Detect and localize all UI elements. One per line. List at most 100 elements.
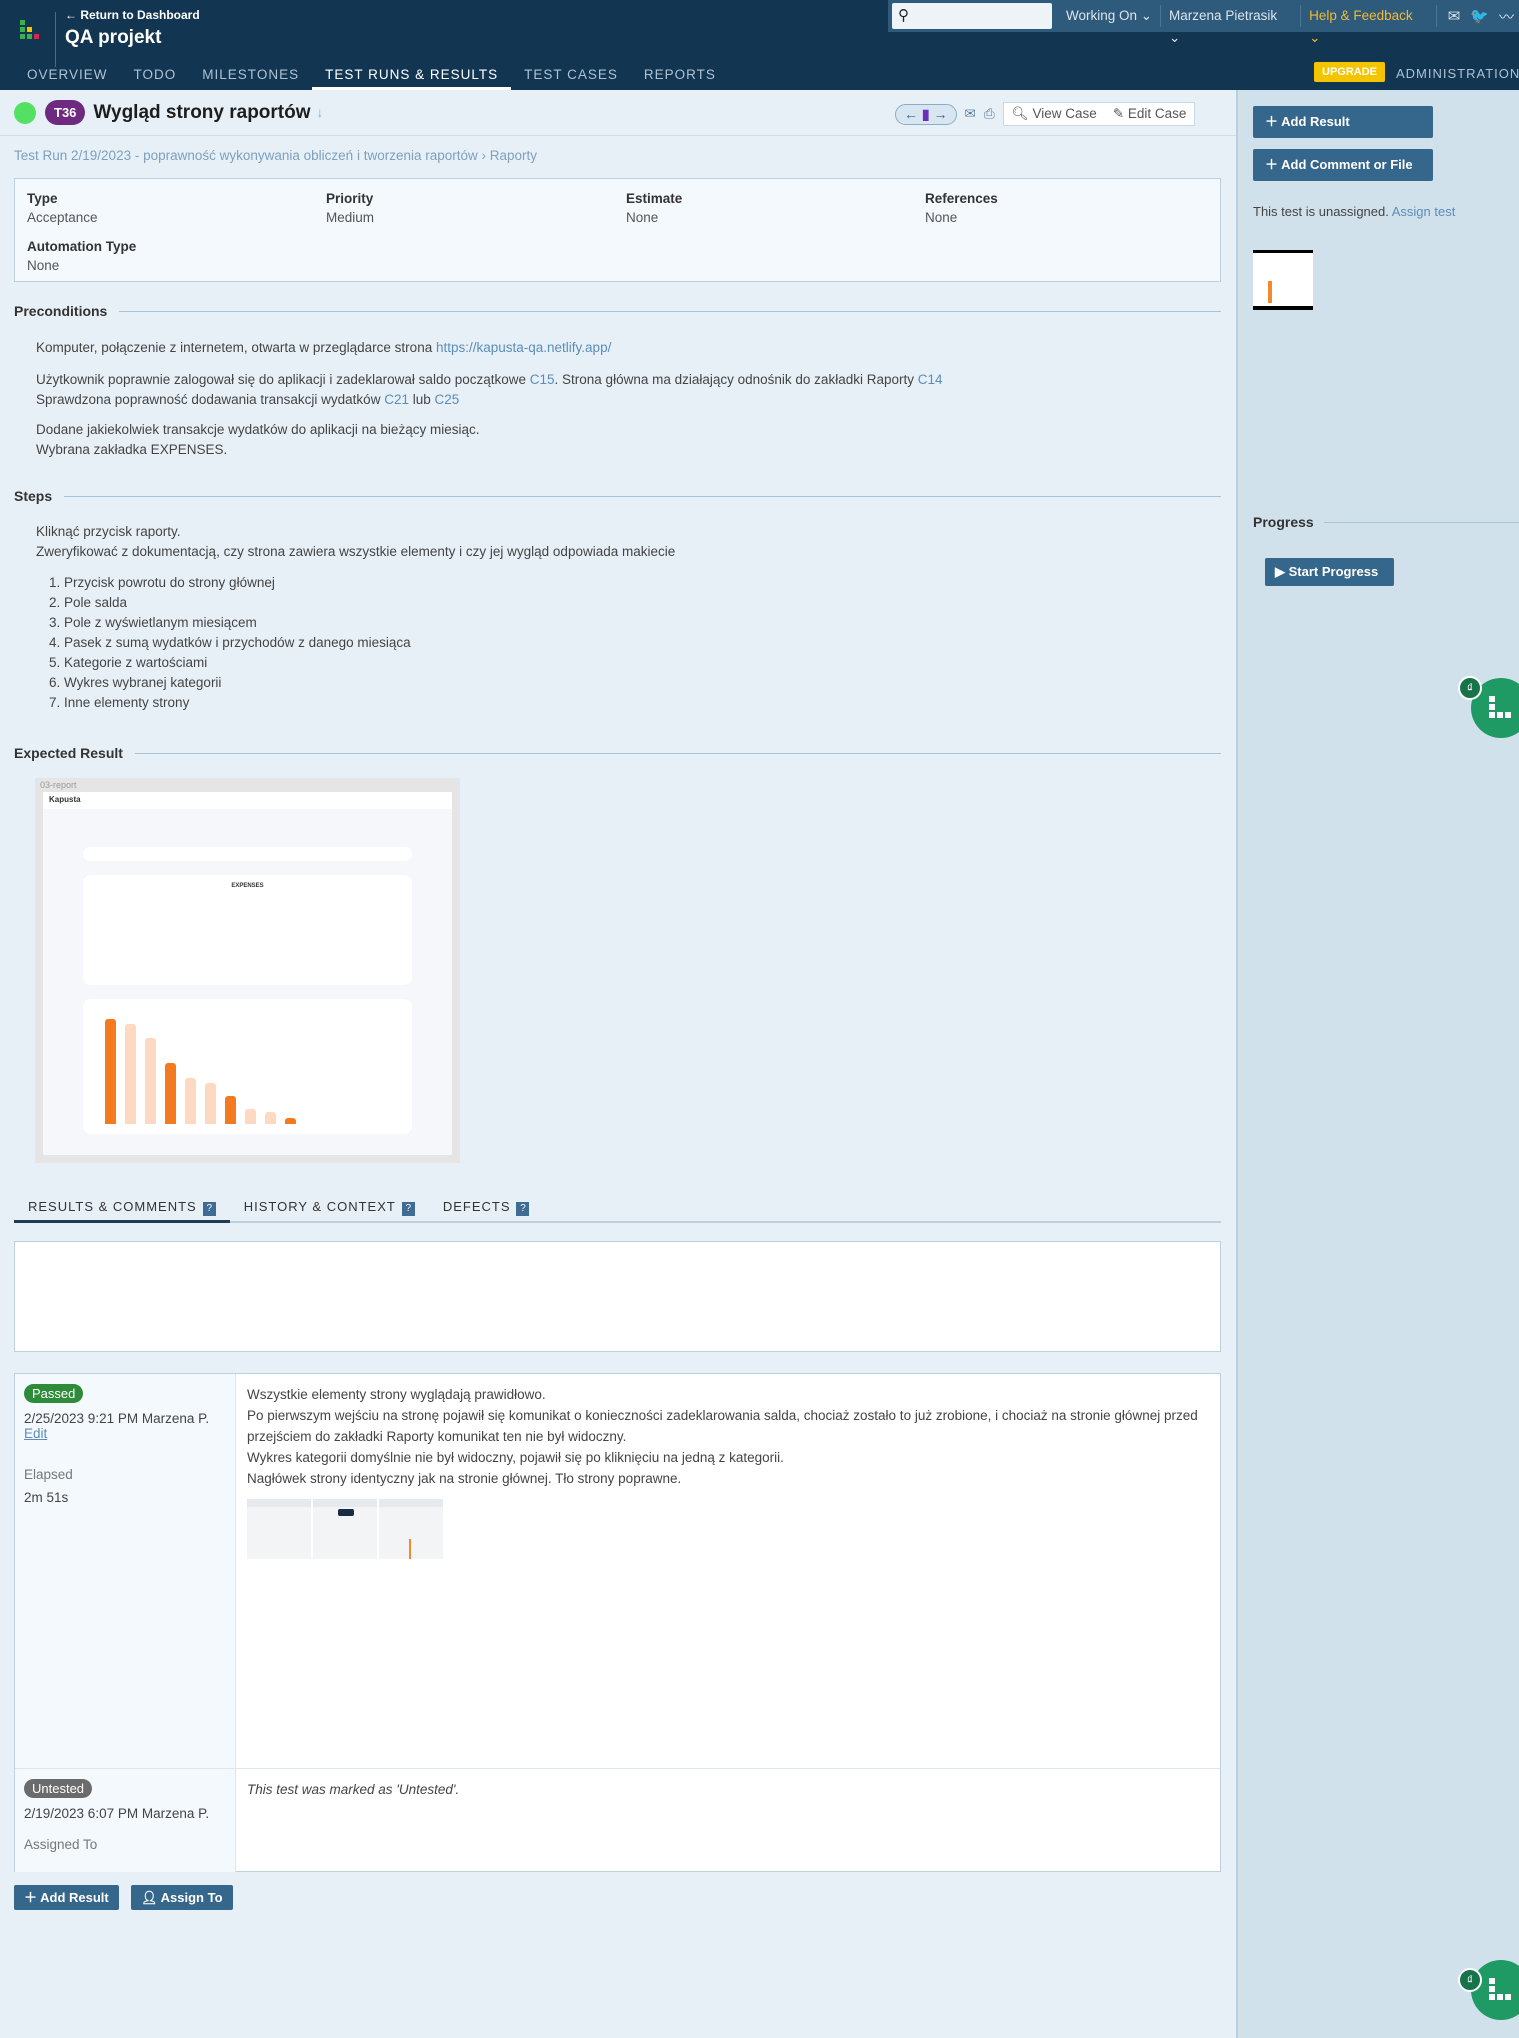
test-icon[interactable]: ▮ (922, 106, 930, 122)
section-title: Expected Result (14, 745, 123, 761)
assignment-info: This test is unassigned. Assign test (1253, 204, 1455, 219)
edit-case-button[interactable]: ✎ Edit Case (1113, 106, 1187, 122)
help-icon[interactable]: ? (202, 1202, 216, 1216)
field-label: Estimate (626, 191, 683, 206)
tab-history-context[interactable]: HISTORY & CONTEXT? (230, 1196, 429, 1223)
image-label: 03-report (40, 780, 77, 790)
upgrade-button[interactable]: UPGRADE (1314, 62, 1386, 82)
add-comment-file-button[interactable]: ＋ Add Comment or File (1253, 149, 1433, 181)
next-test-icon[interactable]: → (934, 106, 948, 122)
list-item: Przycisk powrotu do strony głównej (64, 573, 411, 593)
list-item: Pole z wyświetlanym miesiącem (64, 613, 411, 633)
tab-reports[interactable]: REPORTS (631, 64, 729, 90)
print-icon[interactable]: ⎙ (984, 106, 995, 122)
plus-icon: ＋ (1265, 157, 1282, 172)
working-on-menu[interactable]: Working On ⌄ (1058, 5, 1162, 27)
comment-line: Po pierwszym wejściu na stronę pojawił s… (247, 1408, 1198, 1444)
user-menu[interactable]: Marzena Pietrasik ⌄ (1161, 5, 1302, 45)
result-comment: This test was marked as 'Untested'. (247, 1782, 460, 1797)
text: Zweryfikować z dokumentacją, czy strona … (36, 544, 676, 559)
help-icon[interactable]: ? (516, 1202, 530, 1216)
mockup-bar (265, 1112, 276, 1124)
precondition-line: Dodane jakiekolwiek transakcje wydatków … (36, 420, 479, 460)
twitter-icon[interactable]: 🐦 (1465, 7, 1494, 25)
comment-line: Wykres kategorii domyślnie nie był widoc… (247, 1450, 784, 1465)
tab-test-cases[interactable]: TEST CASES (511, 64, 631, 90)
status-badge: Untested (24, 1779, 93, 1798)
project-title: QA projekt (65, 27, 162, 48)
sidebar-add-result-button[interactable]: ＋ Add Result (1253, 106, 1433, 138)
attachment-thumbnail[interactable] (379, 1499, 443, 1559)
mockup-page: Kapusta EXPENSES (43, 792, 452, 1155)
view-case-button[interactable]: 🔍︎ View Case (1012, 106, 1097, 122)
test-navigation: ← ▮ → (895, 103, 957, 125)
text: Dodane jakiekolwiek transakcje wydatków … (36, 422, 480, 437)
field-priority: Priority Medium (326, 191, 374, 225)
text: Komputer, połączenie z internetem, otwar… (36, 340, 436, 355)
page-title: Wygląd strony raportów (93, 101, 311, 123)
results-tabs: RESULTS & COMMENTS? HISTORY & CONTEXT? D… (14, 1196, 1221, 1223)
preconditions-heading: Preconditions (14, 303, 1221, 319)
attachment-thumbnail[interactable] (1253, 250, 1313, 310)
comment-line: Nagłówek strony identyczny jak na stroni… (247, 1471, 682, 1486)
tab-defects[interactable]: DEFECTS? (429, 1196, 544, 1223)
case-link-c14[interactable]: C14 (918, 372, 943, 387)
assign-to-button[interactable]: 👤︎ Assign To (131, 1885, 233, 1910)
result-meta: Untested 2/19/2023 6:07 PM Marzena P. As… (15, 1769, 236, 1872)
button-label: Start Progress (1288, 564, 1379, 579)
tab-overview[interactable]: OVERVIEW (14, 64, 121, 90)
assign-test-link[interactable]: Assign test (1392, 204, 1456, 219)
case-link-c25[interactable]: C25 (435, 392, 460, 407)
prev-test-icon[interactable]: ← (904, 106, 918, 122)
attachment-thumbnail[interactable] (313, 1499, 377, 1559)
button-label: Assign To (160, 1890, 223, 1905)
help-feedback-menu[interactable]: Help & Feedback ⌄ (1301, 5, 1437, 45)
attachment-thumbnail[interactable] (247, 1499, 311, 1559)
field-value: None (626, 210, 659, 225)
case-link-c21[interactable]: C21 (384, 392, 409, 407)
result-timestamp: 2/19/2023 6:07 PM Marzena P. (24, 1806, 210, 1821)
tab-results-comments[interactable]: RESULTS & COMMENTS? (14, 1196, 230, 1223)
mockup-chart (83, 999, 412, 1134)
mail-icon[interactable]: ✉ (1443, 7, 1466, 25)
arrow-down-icon[interactable]: ↓ (317, 105, 324, 120)
result-timestamp: 2/25/2023 9:21 PM Marzena P. (24, 1411, 210, 1426)
app-url-link[interactable]: https://kapusta-qa.netlify.app/ (436, 340, 611, 355)
mockup-bar (125, 1024, 136, 1124)
mockup-bar (245, 1109, 256, 1124)
field-label: References (925, 191, 998, 206)
tab-milestones[interactable]: MILESTONES (189, 64, 312, 90)
email-check-icon[interactable]: ✉ (965, 106, 976, 122)
test-title-row: T36 Wygląd strony raportów ↓ (14, 100, 323, 125)
plus-icon: ＋ (24, 1890, 41, 1905)
tab-test-runs-results[interactable]: TEST RUNS & RESULTS (312, 64, 512, 90)
pencil-icon: ✎ (1112, 106, 1128, 121)
mockup-categories: EXPENSES (83, 875, 412, 985)
widget-badge-icon: ₫ (1458, 1968, 1482, 1992)
section-title: Progress (1253, 514, 1314, 530)
return-to-dashboard-link[interactable]: ← Return to Dashboard (65, 8, 200, 22)
precondition-line: Komputer, połączenie z internetem, otwar… (36, 338, 611, 358)
plus-icon: ＋ (1265, 114, 1282, 129)
administration-link[interactable]: ADMINISTRATION (1396, 66, 1519, 81)
comment-input[interactable] (14, 1241, 1221, 1352)
status-badge: Passed (24, 1384, 84, 1403)
rss-icon[interactable]: 〰 (1494, 6, 1519, 27)
toolbar: ← ▮ → ✉ ⎙ 🔍︎ View Case ✎ Edit Case (895, 102, 1196, 126)
view-icon: 🔍︎ (1011, 106, 1033, 121)
case-link-c15[interactable]: C15 (530, 372, 555, 387)
search-input[interactable]: ⚲ (892, 3, 1052, 29)
add-result-button[interactable]: ＋ Add Result (14, 1885, 119, 1910)
mockup-bar (145, 1037, 156, 1124)
test-id-badge: T36 (45, 100, 86, 125)
help-icon[interactable]: ? (401, 1202, 415, 1216)
list-item: Inne elementy strony (64, 693, 411, 713)
expected-result-image[interactable]: 03-report Kapusta EXPENSES (35, 778, 460, 1163)
mockup-bar (165, 1063, 176, 1124)
assigned-to-label: Assigned To (24, 1837, 98, 1852)
start-progress-button[interactable]: ▶ Start Progress (1265, 558, 1394, 586)
tab-todo[interactable]: TODO (121, 64, 190, 90)
edit-result-link[interactable]: Edit (24, 1426, 47, 1441)
breadcrumb[interactable]: Test Run 2/19/2023 - poprawność wykonywa… (14, 148, 537, 163)
app-logo-icon[interactable] (20, 20, 42, 42)
